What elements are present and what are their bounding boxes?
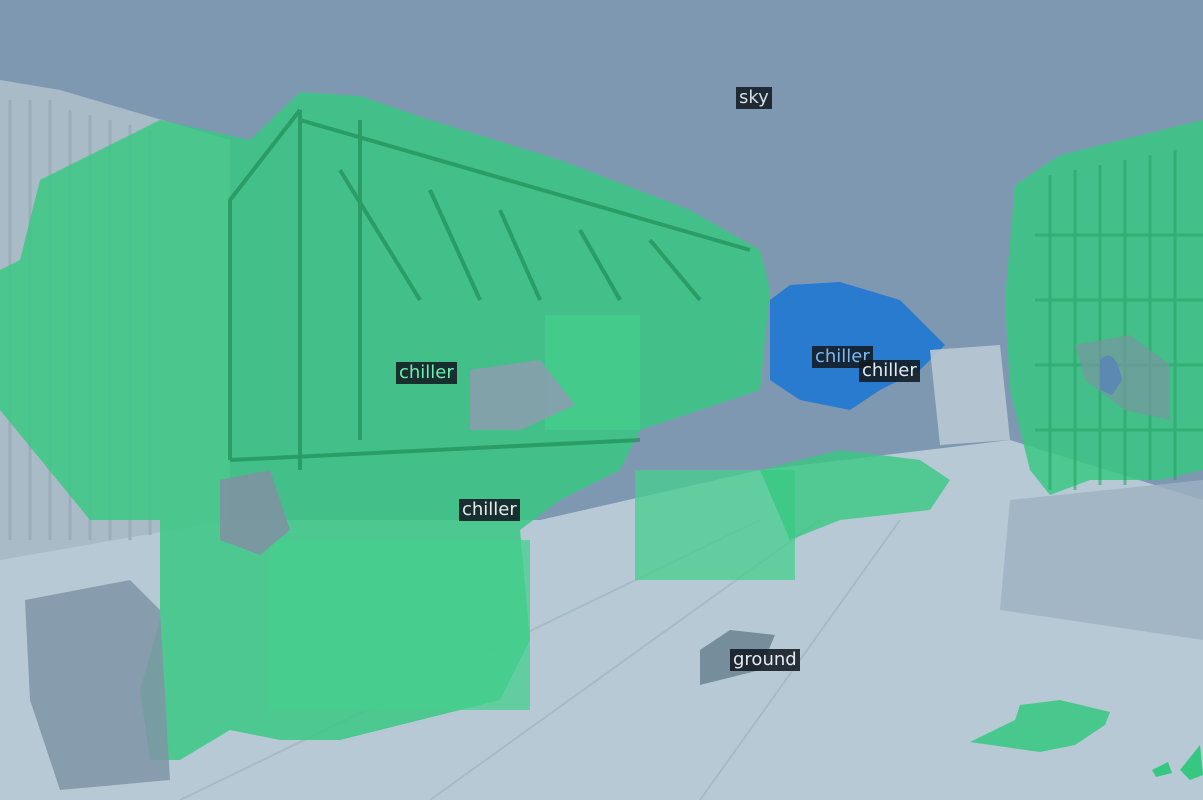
label-chiller-bottom: chiller (459, 499, 520, 521)
chiller-base-box-left (270, 540, 530, 710)
label-chiller-right: chiller (859, 360, 920, 382)
label-ground: ground (730, 649, 800, 671)
chiller-right-mask (1005, 120, 1203, 495)
label-chiller-left: chiller (396, 362, 457, 384)
chiller-panel (545, 315, 640, 430)
label-sky: sky (736, 87, 772, 109)
segmentation-scene (0, 0, 1203, 800)
far-equipment (930, 345, 1010, 445)
